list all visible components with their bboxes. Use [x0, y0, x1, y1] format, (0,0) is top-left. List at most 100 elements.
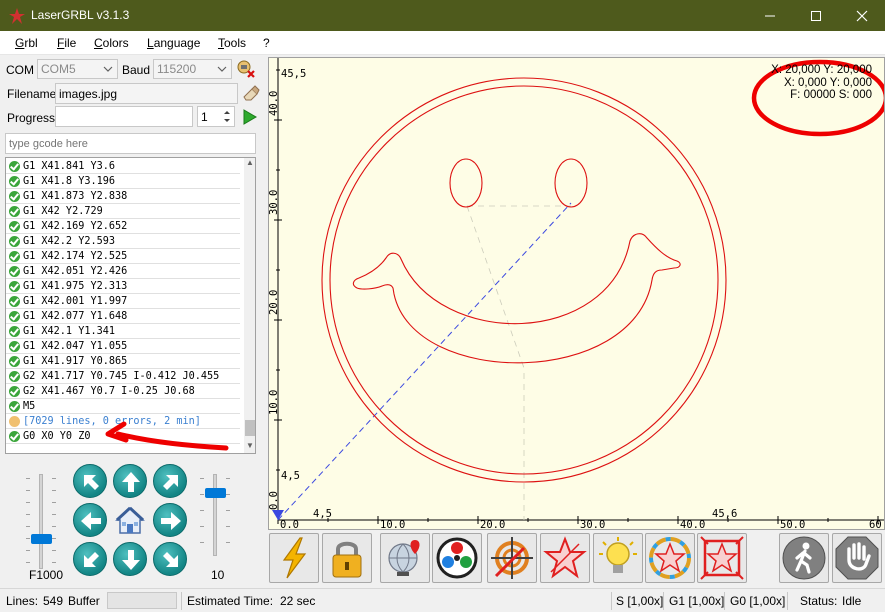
- jog-up-button[interactable]: [113, 464, 147, 498]
- log-row-text: G2 X41.717 Y0.745 I-0.412 J0.455: [23, 371, 220, 382]
- status-label: Status:: [800, 594, 838, 608]
- stop-hand-icon: [835, 536, 879, 580]
- corner-label-top-left: 45,5: [281, 68, 306, 80]
- log-row[interactable]: G1 X42.047 Y1.055: [6, 339, 240, 354]
- scroll-down-icon[interactable]: ▼: [244, 441, 255, 453]
- close-button[interactable]: [839, 0, 885, 31]
- baud-rate-select[interactable]: 115200: [153, 59, 232, 79]
- stepper-arrows-icon: [224, 111, 230, 122]
- log-row-text: G1 X42.2 Y2.593: [23, 236, 116, 247]
- jog-up-left-button[interactable]: [73, 464, 107, 498]
- feed-slider-track[interactable]: [39, 474, 43, 569]
- jog-right-button[interactable]: [153, 503, 187, 537]
- scroll-up-icon[interactable]: ▲: [244, 158, 255, 170]
- check-ok-icon: [9, 236, 20, 247]
- unlock-button[interactable]: [322, 533, 372, 583]
- focus-light-button[interactable]: [593, 533, 643, 583]
- laser-fire-button[interactable]: [269, 533, 319, 583]
- log-row-text: G1 X41.917 Y0.865: [23, 356, 128, 367]
- log-scrollbar[interactable]: ▲ ▼: [244, 158, 255, 453]
- step-slider-track[interactable]: [213, 474, 217, 556]
- log-row-text: G2 X41.467 Y0.7 I-0.25 J0.68: [23, 386, 195, 397]
- log-row-text: G1 X41.975 Y2.313: [23, 281, 128, 292]
- com-port-select[interactable]: COM5: [37, 59, 118, 79]
- log-row-text: G1 X42.169 Y2.652: [23, 221, 128, 232]
- stop-button[interactable]: [832, 533, 882, 583]
- jog-down-button[interactable]: [113, 542, 147, 576]
- x-tick-label: 40.0: [680, 519, 705, 530]
- homing-button[interactable]: [380, 533, 430, 583]
- log-row[interactable]: G1 X42.174 Y2.525: [6, 249, 240, 264]
- log-row[interactable]: G1 X41.8 Y3.196: [6, 174, 240, 189]
- filename-field[interactable]: images.jpg: [55, 83, 238, 104]
- log-row[interactable]: G1 X41.841 Y3.6: [6, 159, 240, 174]
- x-tick-label: 60: [869, 519, 882, 530]
- check-ok-icon: [9, 221, 20, 232]
- log-row[interactable]: G1 X41.873 Y2.838: [6, 189, 240, 204]
- jog-down-left-button[interactable]: [73, 542, 107, 576]
- walk-mode-button[interactable]: [779, 533, 829, 583]
- minimize-button[interactable]: [747, 0, 793, 31]
- log-row[interactable]: G1 X42.2 Y2.593: [6, 234, 240, 249]
- g0-override-status[interactable]: G0 [1,00x]: [730, 594, 785, 608]
- gcode-log-list[interactable]: G1 X41.841 Y3.6 G1 X41.8 Y3.196 G1 X41.873…: [5, 157, 256, 454]
- scroll-thumb[interactable]: [245, 420, 255, 436]
- log-row[interactable]: G2 X41.717 Y0.745 I-0.412 J0.455: [6, 369, 240, 384]
- center-button[interactable]: [432, 533, 482, 583]
- target-button[interactable]: [487, 533, 537, 583]
- log-row[interactable]: M5: [6, 399, 240, 414]
- log-row-text: G1 X41.873 Y2.838: [23, 191, 128, 202]
- jog-left-button[interactable]: [73, 503, 107, 537]
- log-row[interactable]: G1 X41.917 Y0.865: [6, 354, 240, 369]
- maximize-button[interactable]: [793, 0, 839, 31]
- run-button[interactable]: [240, 107, 260, 127]
- check-ok-icon: [9, 386, 20, 397]
- open-file-button[interactable]: [241, 83, 261, 103]
- menu-help[interactable]: ?: [263, 36, 270, 50]
- menu-grbl[interactable]: Grbl: [15, 36, 38, 50]
- travel-move-line: [277, 202, 572, 521]
- log-row[interactable]: G1 X42.169 Y2.652: [6, 219, 240, 234]
- log-row[interactable]: G1 X42 Y2.729: [6, 204, 240, 219]
- menu-language[interactable]: Language: [147, 36, 200, 50]
- log-row[interactable]: G2 X41.467 Y0.7 I-0.25 J0.68: [6, 384, 240, 399]
- menu-colors[interactable]: Colors: [94, 36, 129, 50]
- check-ok-icon: [9, 281, 20, 292]
- frame-rainbow-button[interactable]: [645, 533, 695, 583]
- jog-down-right-button[interactable]: [153, 542, 187, 576]
- jog-home-button[interactable]: [113, 503, 147, 537]
- frame-box-button[interactable]: [697, 533, 747, 583]
- baud-label: Baud: [122, 63, 151, 77]
- s-override-status[interactable]: S [1,00x]: [616, 594, 663, 608]
- menu-tools[interactable]: Tools: [218, 36, 246, 50]
- frame-star-button[interactable]: [540, 533, 590, 583]
- arrow-down-icon: [122, 550, 140, 570]
- corner-label-bottom-left: 4,5: [281, 470, 300, 482]
- log-row-text: G1 X42.001 Y1.997: [23, 296, 128, 307]
- check-ok-icon: [9, 251, 20, 262]
- y-tick-label: 10.0: [269, 390, 280, 415]
- jog-up-right-button[interactable]: [153, 464, 187, 498]
- log-row-text: G1 X42.174 Y2.525: [23, 251, 128, 262]
- job-preview-canvas[interactable]: 0.0 10.0 20.0 30.0 40.0 50.0 60 0.0 10.0…: [268, 57, 885, 530]
- step-slider-thumb[interactable]: [205, 488, 226, 499]
- y-tick-label: 20.0: [269, 290, 280, 315]
- copies-stepper[interactable]: 1: [197, 106, 235, 127]
- laser-app-icon: [9, 8, 25, 24]
- log-row[interactable]: G1 X42.051 Y2.426: [6, 264, 240, 279]
- buffer-label: Buffer: [68, 594, 100, 608]
- log-row[interactable]: G1 X42.001 Y1.997: [6, 294, 240, 309]
- g1-override-status[interactable]: G1 [1,00x]: [669, 594, 724, 608]
- connect-button[interactable]: [236, 59, 256, 79]
- log-row-text: G1 X41.8 Y3.196: [23, 176, 116, 187]
- estimated-time-value: 22 sec: [280, 594, 316, 608]
- menu-file[interactable]: File: [57, 36, 76, 50]
- log-row[interactable]: G1 X42.1 Y1.341: [6, 324, 240, 339]
- home-icon: [115, 506, 145, 534]
- title-bar: LaserGRBL v3.1.3: [0, 0, 885, 31]
- log-row[interactable]: G1 X41.975 Y2.313: [6, 279, 240, 294]
- check-ok-icon: [9, 161, 20, 172]
- gcode-command-input[interactable]: [5, 133, 256, 154]
- log-row[interactable]: G1 X42.077 Y1.648: [6, 309, 240, 324]
- feed-slider-thumb[interactable]: [31, 533, 52, 544]
